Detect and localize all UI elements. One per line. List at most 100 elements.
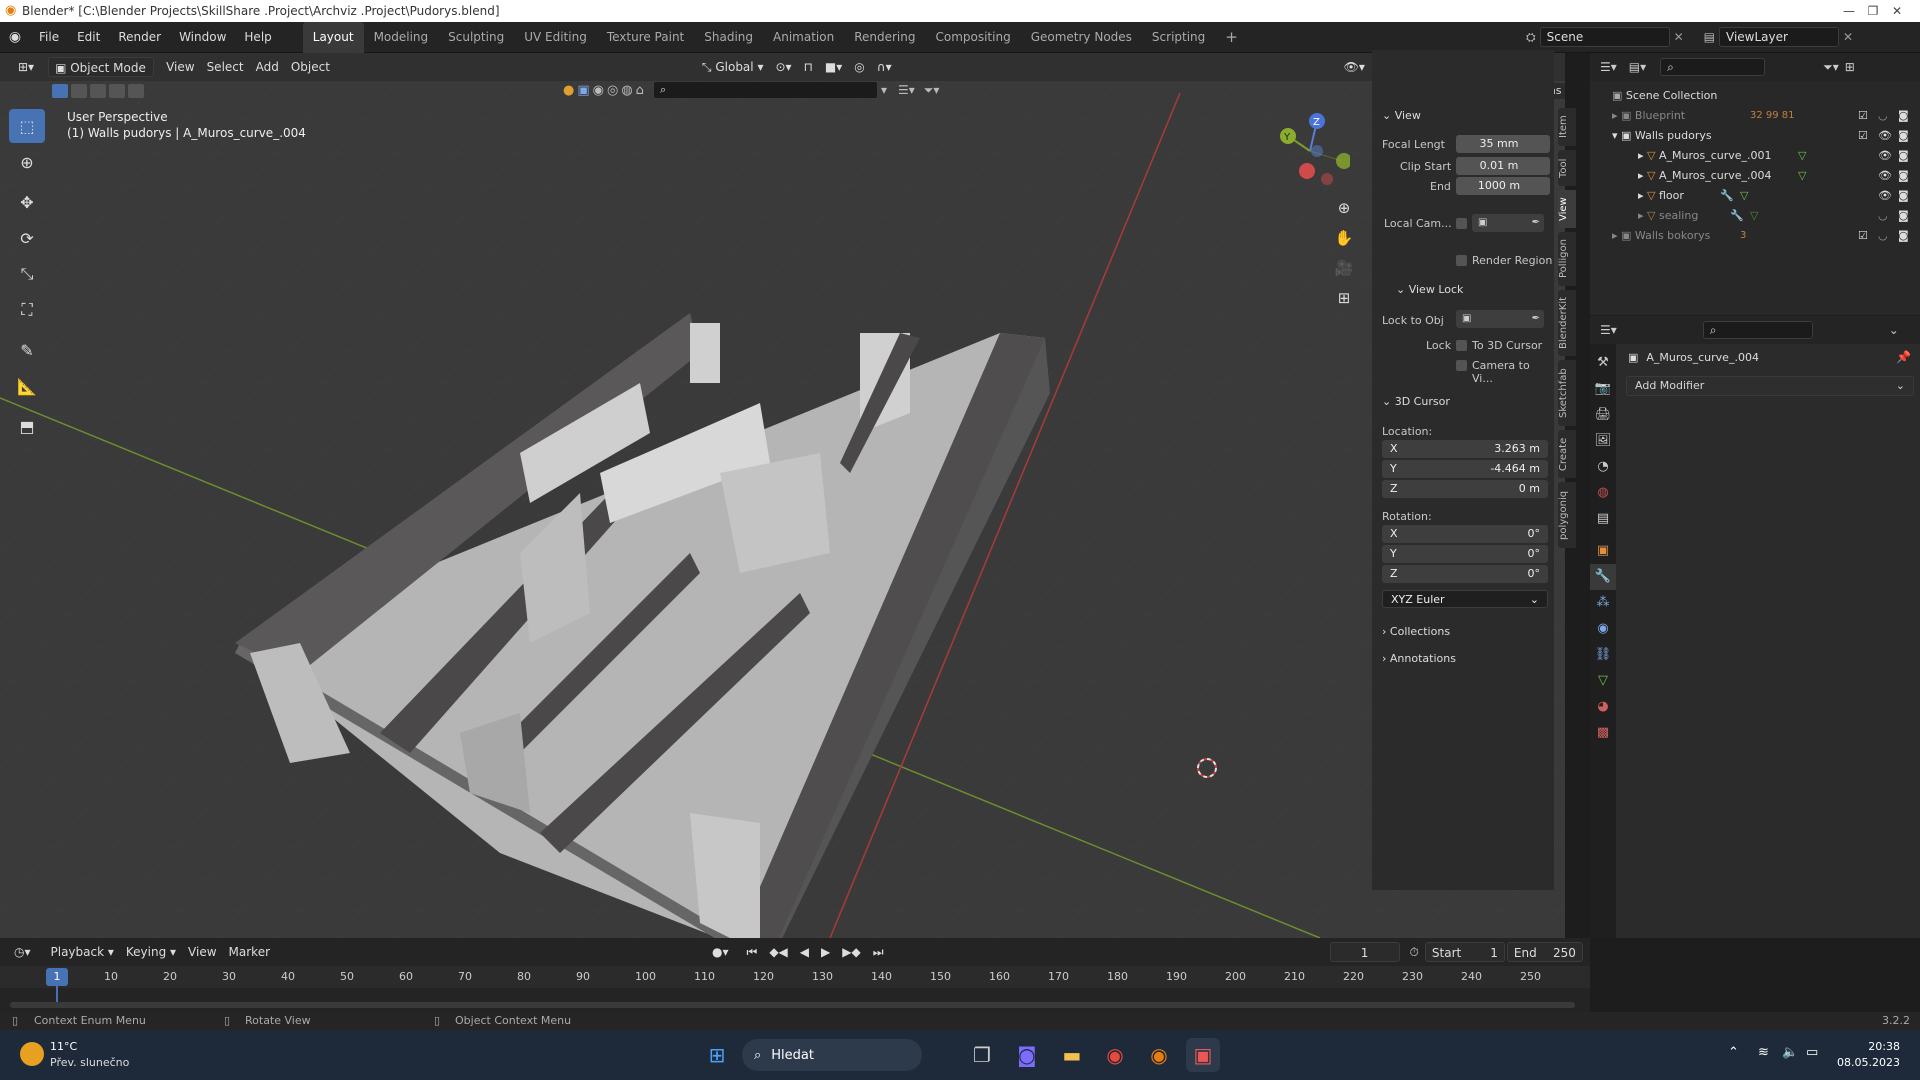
addon-dropdown-icon[interactable]: ▾ xyxy=(881,83,887,97)
snap-target-icon[interactable]: ■▾ xyxy=(819,57,848,77)
menu-marker[interactable]: Marker xyxy=(223,942,276,962)
menu-help[interactable]: Help xyxy=(235,22,280,53)
a-muros-004-eye-icon[interactable]: 👁 xyxy=(1878,166,1892,186)
battery-icon[interactable]: ▭ xyxy=(1806,1045,1818,1060)
tool-properties-icon[interactable]: ⚒ xyxy=(1590,350,1616,376)
clip-start-field[interactable]: 0.01 m xyxy=(1456,157,1550,175)
chrome-icon[interactable]: ◉ xyxy=(1098,1038,1132,1072)
walls-pudorys-camera-icon[interactable]: ◙ xyxy=(1898,126,1909,146)
falloff-icon[interactable]: ∩▾ xyxy=(871,57,898,77)
proportional-edit-icon[interactable]: ◎ xyxy=(848,57,870,77)
timeline-scrollbar[interactable] xyxy=(10,1002,1575,1008)
menu-render[interactable]: Render xyxy=(109,22,170,53)
weather-temperature[interactable]: 11°C xyxy=(50,1040,77,1053)
teams-chat-icon[interactable]: ◙ xyxy=(1010,1038,1044,1072)
lock-to-cursor-checkbox[interactable] xyxy=(1456,340,1467,351)
sealing-camera-icon[interactable]: ◙ xyxy=(1898,206,1909,226)
npanel-tab-tool[interactable]: Tool xyxy=(1558,150,1576,186)
jump-end-icon[interactable]: ⏭ xyxy=(867,942,890,962)
pan-hand-icon[interactable]: ✋ xyxy=(1333,223,1355,253)
blender-taskbar-icon[interactable]: ◉ xyxy=(1142,1038,1176,1072)
clip-end-field[interactable]: 1000 m xyxy=(1456,177,1550,195)
outliner-item-walls-bokorys[interactable]: ▸ ▣ Walls bokorys 3 ☑ ◡ ◙ xyxy=(1590,226,1920,246)
render-properties-icon[interactable]: 📷 xyxy=(1590,376,1616,402)
play-icon[interactable]: ▶ xyxy=(815,942,836,962)
tray-chevron-icon[interactable]: ⌃ xyxy=(1728,1045,1739,1060)
a-muros-004-camera-icon[interactable]: ◙ xyxy=(1898,166,1909,186)
pin-icon[interactable]: 📌 xyxy=(1896,350,1911,364)
npanel-tab-blenderkit[interactable]: BlenderKit xyxy=(1558,290,1576,356)
world-properties-icon[interactable]: ◍ xyxy=(1590,480,1616,506)
blueprint-checkbox[interactable]: ☑ xyxy=(1858,106,1868,126)
add-modifier-button[interactable]: Add Modifier ⌄ xyxy=(1626,376,1914,396)
npanel-tab-polygoniq[interactable]: polygoniq xyxy=(1558,482,1576,548)
rotation-mode-dropdown[interactable]: XYZ Euler ⌄ xyxy=(1382,590,1548,608)
npanel-tab-create[interactable]: Create xyxy=(1558,430,1576,478)
tab-shading[interactable]: Shading xyxy=(694,22,763,53)
texture-properties-icon[interactable]: ▩ xyxy=(1590,720,1616,746)
npanel-tab-item[interactable]: Item xyxy=(1558,108,1576,146)
pivot-point-icon[interactable]: ⊙▾ xyxy=(769,57,797,77)
collections-section-header[interactable]: › Collections xyxy=(1382,625,1450,638)
cursor-location-y[interactable]: Y -4.464 m xyxy=(1382,460,1548,478)
navigation-gizmo[interactable]: Z Y xyxy=(1270,111,1350,191)
lock-to-object-picker[interactable]: ▣ ✒ xyxy=(1456,310,1544,328)
outliner-item-floor[interactable]: ▸ ▽ floor 🔧 ▽ 👁 ◙ xyxy=(1590,186,1920,206)
tab-modeling[interactable]: Modeling xyxy=(364,22,439,53)
local-camera-checkbox[interactable] xyxy=(1456,218,1467,229)
walls-bokorys-camera-icon[interactable]: ◙ xyxy=(1898,226,1909,246)
cursor-rotation-z[interactable]: Z 0° xyxy=(1382,565,1548,583)
object-properties-icon[interactable]: ▣ xyxy=(1590,538,1616,564)
camera-view-icon[interactable]: 🎥 xyxy=(1333,253,1355,283)
view-section-header[interactable]: ⌄ View xyxy=(1382,109,1421,122)
constraint-properties-icon[interactable]: ⛓ xyxy=(1590,642,1616,668)
menu-add[interactable]: Add xyxy=(250,57,285,77)
menu-select[interactable]: Select xyxy=(201,57,250,77)
cursor-rotation-x[interactable]: X 0° xyxy=(1382,525,1548,543)
npanel-tab-sketchfab[interactable]: Sketchfab xyxy=(1558,360,1576,426)
output-properties-icon[interactable]: 🖨 xyxy=(1590,402,1616,428)
addon-hdri-icon[interactable]: ◍ xyxy=(621,83,632,98)
annotations-section-header[interactable]: › Annotations xyxy=(1382,652,1456,665)
collection-properties-icon[interactable]: ▤ xyxy=(1590,506,1616,532)
editor-type-icon[interactable]: ⊞▾ xyxy=(12,57,40,77)
select-intersect-icon[interactable] xyxy=(128,84,144,98)
menu-playback[interactable]: Playback ▾ xyxy=(45,942,120,962)
blueprint-camera-icon[interactable]: ◙ xyxy=(1898,106,1909,126)
outliner-scene-collection[interactable]: ▣ Scene Collection xyxy=(1590,86,1920,106)
walls-pudorys-eye-icon[interactable]: 👁 xyxy=(1878,126,1892,146)
transform-orientation-selector[interactable]: ⤡ Global ▾ xyxy=(696,57,770,77)
data-properties-icon[interactable]: ▽ xyxy=(1590,668,1616,694)
walls-pudorys-checkbox[interactable]: ☑ xyxy=(1858,126,1868,146)
transform-tool[interactable]: ⛶ xyxy=(9,293,45,327)
weather-sun-icon[interactable] xyxy=(20,1042,44,1066)
outliner-display-mode-icon[interactable]: ▤▾ xyxy=(1629,60,1646,74)
rotate-tool[interactable]: ⟳ xyxy=(9,221,45,255)
addon-material-icon[interactable]: ◎ xyxy=(607,83,618,98)
select-subtract-icon[interactable] xyxy=(90,84,106,98)
playhead[interactable]: 1 xyxy=(46,968,68,986)
menu-window[interactable]: Window xyxy=(170,22,235,53)
select-new-icon[interactable] xyxy=(52,84,68,98)
properties-editor-type-icon[interactable]: ☰▾ xyxy=(1600,323,1617,337)
tab-sculpting[interactable]: Sculpting xyxy=(438,22,514,53)
file-explorer-icon[interactable]: ▬ xyxy=(1055,1038,1089,1072)
sealing-hide-icon[interactable]: ◡ xyxy=(1878,206,1888,226)
timeline-editor-type-icon[interactable]: ◷▾ xyxy=(8,942,37,962)
select-box-tool[interactable]: ⬚ xyxy=(9,109,45,143)
windows-start-icon[interactable]: ⊞ xyxy=(700,1038,734,1072)
cursor-location-x[interactable]: X 3.263 m xyxy=(1382,440,1548,458)
addon-search-input[interactable]: ⌕ xyxy=(652,81,878,99)
visibility-icon[interactable]: 👁▾ xyxy=(1338,57,1371,77)
cursor-rotation-y[interactable]: Y 0° xyxy=(1382,545,1548,563)
modifier-properties-icon[interactable]: 🔧 xyxy=(1590,564,1616,590)
outliner-item-sealing[interactable]: ▸ ▽ sealing 🔧 ▽ ◡ ◙ xyxy=(1590,206,1920,226)
zoom-icon[interactable]: ⊕ xyxy=(1333,193,1355,223)
floor-camera-icon[interactable]: ◙ xyxy=(1898,186,1909,206)
annotate-tool[interactable]: ✎ xyxy=(9,333,45,367)
current-frame-field[interactable]: 1 xyxy=(1329,942,1400,962)
addon-sphere-icon[interactable]: ◉ xyxy=(593,83,604,98)
weather-description[interactable]: Přev. slunečno xyxy=(50,1056,129,1069)
view-layer-properties-icon[interactable]: 🖼 xyxy=(1590,428,1616,454)
addon-scene-icon[interactable]: ⌂ xyxy=(636,83,644,98)
